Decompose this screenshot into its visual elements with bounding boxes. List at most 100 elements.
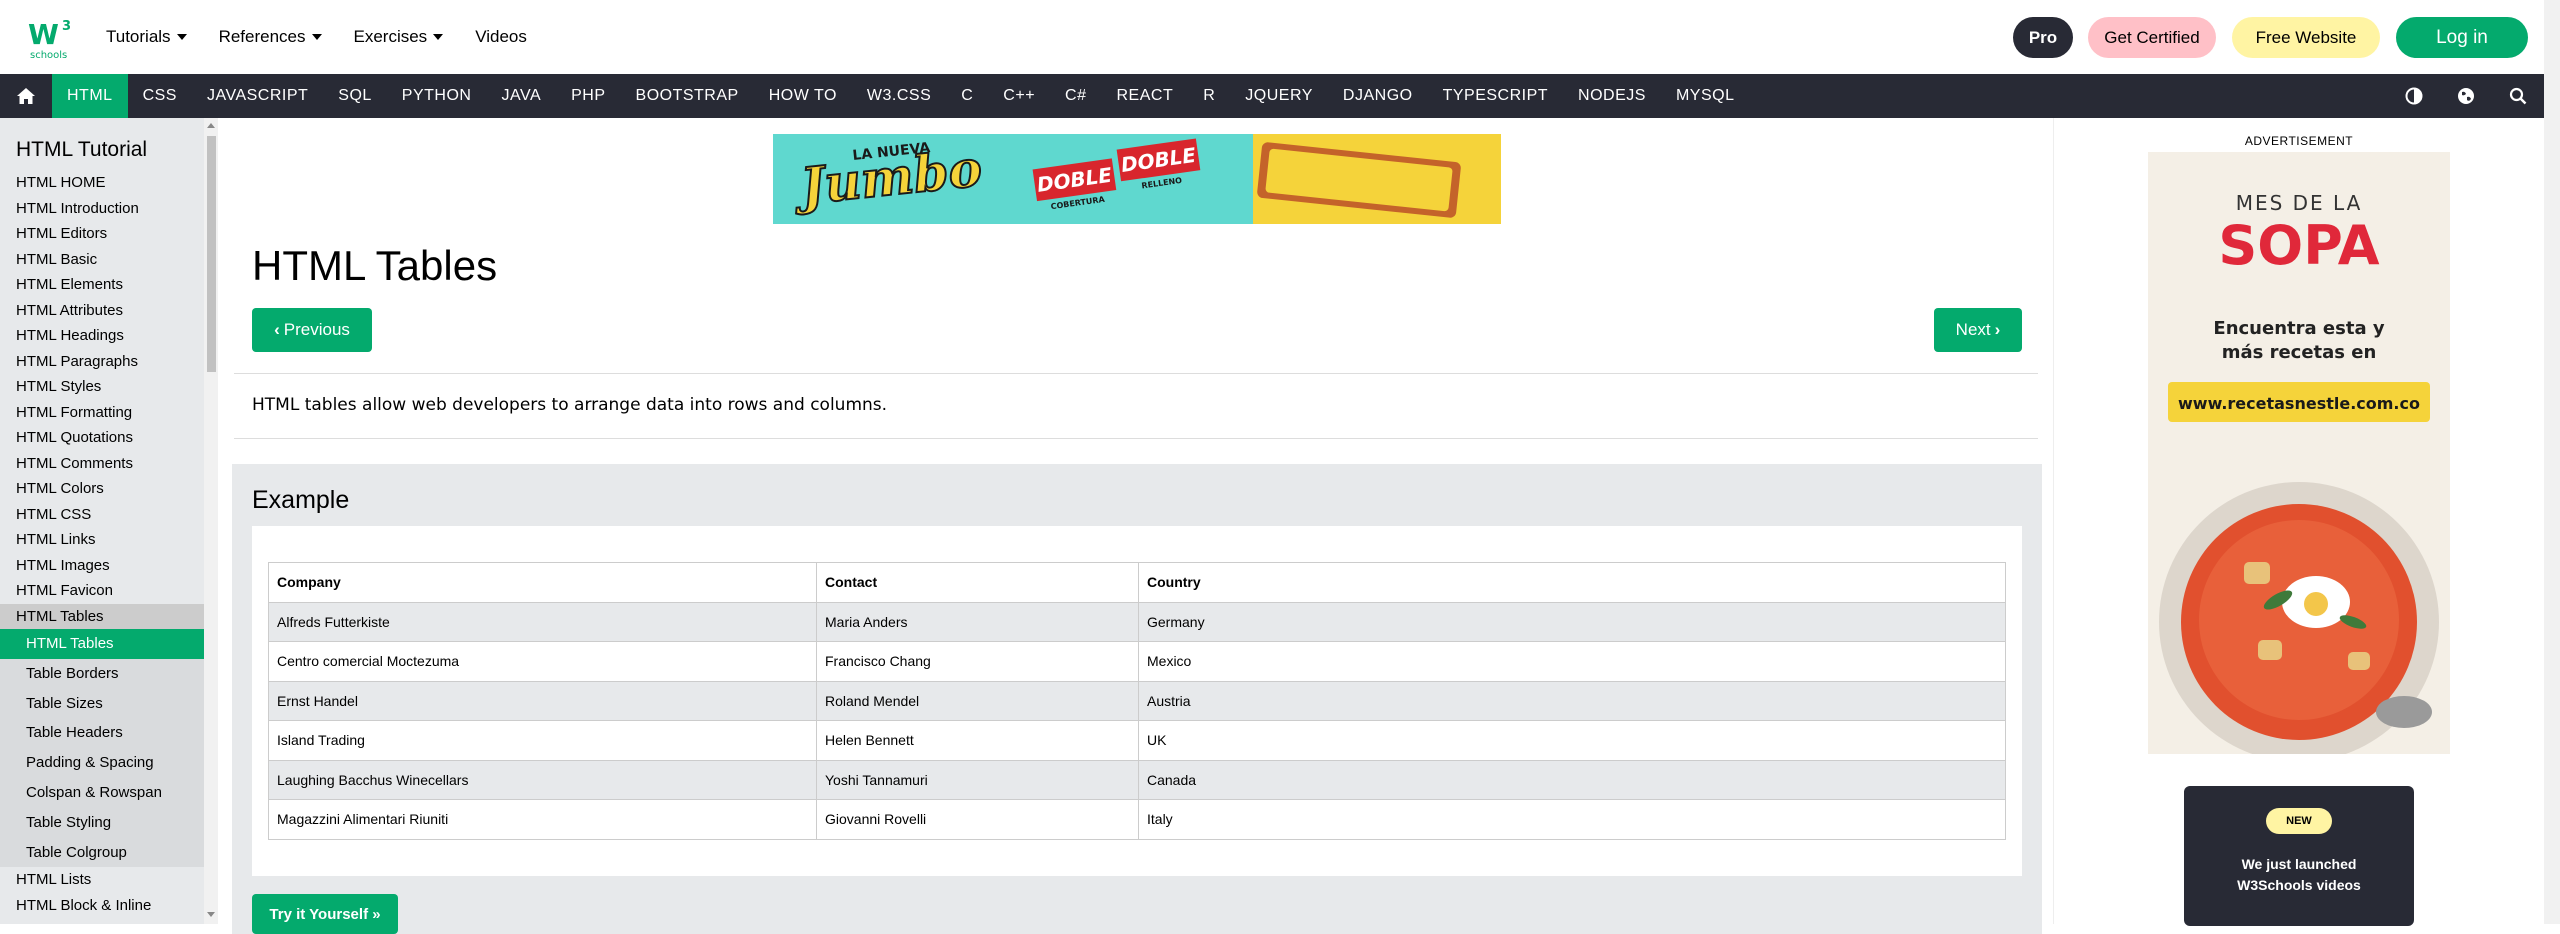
table-header: Company	[268, 562, 817, 603]
sidebar-item[interactable]: HTML Colors	[0, 476, 204, 502]
side-advertisement[interactable]: MES DE LA SOPA Encuentra esta y más rece…	[2148, 152, 2450, 754]
subnav-django[interactable]: DJANGO	[1328, 74, 1428, 118]
table-header: Country	[1138, 562, 2006, 603]
subnav-jquery[interactable]: JQUERY	[1230, 74, 1328, 118]
sidebar-item-html-tables[interactable]: HTML Tables	[0, 603, 204, 629]
exercises-menu[interactable]: Exercises	[338, 0, 460, 74]
sidebar: HTML Tutorial HTML HOME HTML Introductio…	[0, 118, 218, 924]
home-icon[interactable]	[0, 74, 52, 118]
search-icon[interactable]	[2492, 74, 2544, 118]
table-cell: Magazzini Alimentari Riuniti	[268, 799, 817, 840]
subnav-typescript[interactable]: TYPESCRIPT	[1428, 74, 1563, 118]
subnav-javascript[interactable]: JAVASCRIPT	[192, 74, 323, 118]
main-content: LA NUEVA Jumbo DOBLE COBERTURA DOBLE REL…	[218, 118, 2054, 934]
table-cell: Laughing Bacchus Winecellars	[268, 759, 817, 800]
sidebar-scroll-thumb[interactable]	[207, 136, 216, 372]
subnav-python[interactable]: PYTHON	[387, 74, 487, 118]
subnav-java[interactable]: JAVA	[486, 74, 556, 118]
sidebar-subitem[interactable]: Table Styling	[0, 807, 204, 838]
subnav-bootstrap[interactable]: BOOTSTRAP	[621, 74, 754, 118]
subnav-css[interactable]: CSS	[128, 74, 192, 118]
sidebar-item[interactable]: HTML Paragraphs	[0, 349, 204, 375]
subnav-cpp[interactable]: C++	[988, 74, 1050, 118]
table-cell: Giovanni Rovelli	[816, 799, 1139, 840]
sidebar-subitem[interactable]: Table Sizes	[0, 688, 204, 719]
contrast-icon[interactable]	[2388, 74, 2440, 118]
top-nav: Tutorials References Exercises Videos	[104, 0, 543, 74]
chevron-left-icon: ‹	[274, 320, 280, 339]
w3schools-logo[interactable]: W 3 schools	[26, 14, 76, 62]
sidebar-scrollbar[interactable]	[204, 118, 218, 924]
sidebar-item[interactable]: HTML Quotations	[0, 425, 204, 451]
sidebar-subitem[interactable]: Padding & Spacing	[0, 748, 204, 778]
sidebar-item[interactable]: HTML Styles	[0, 374, 204, 400]
top-advertisement[interactable]: LA NUEVA Jumbo DOBLE COBERTURA DOBLE REL…	[773, 134, 1501, 224]
sidebar-item[interactable]: HTML CSS	[0, 502, 204, 528]
sidebar-item[interactable]: HTML Links	[0, 527, 204, 553]
previous-label: Previous	[283, 320, 350, 339]
subnav-html[interactable]: HTML	[52, 74, 128, 118]
sidebar-subitem[interactable]: Colspan & Rowspan	[0, 777, 204, 808]
globe-icon[interactable]	[2440, 74, 2492, 118]
sidebar-subitem-active[interactable]: HTML Tables	[0, 629, 204, 659]
videos-link[interactable]: Videos	[459, 0, 543, 74]
subnav-react[interactable]: REACT	[1102, 74, 1189, 118]
advertisement-label: ADVERTISEMENT	[2244, 134, 2354, 148]
ad-side-line1: MES DE LA	[2236, 191, 2363, 215]
previous-button[interactable]: ‹ Previous	[252, 308, 372, 352]
subnav-csharp[interactable]: C#	[1050, 74, 1101, 118]
subnav-w3css[interactable]: W3.CSS	[852, 74, 946, 118]
sidebar-item[interactable]: HTML Headings	[0, 323, 204, 349]
table-cell: Mexico	[1138, 641, 2006, 682]
ad-side-line4: más recetas en	[2222, 342, 2377, 363]
sidebar-subitem[interactable]: Table Headers	[0, 718, 204, 749]
subnav-mysql[interactable]: MYSQL	[1661, 74, 1750, 118]
sidebar-item[interactable]: HTML Formatting	[0, 400, 204, 426]
references-menu[interactable]: References	[203, 0, 338, 74]
free-website-button[interactable]: Free Website	[2232, 17, 2380, 58]
svg-text:W: W	[28, 18, 59, 51]
pro-button[interactable]: Pro	[2013, 17, 2073, 58]
sidebar-item[interactable]: HTML HOME	[0, 170, 204, 196]
videos-label: Videos	[475, 27, 527, 46]
sidebar-item[interactable]: HTML Comments	[0, 451, 204, 477]
sidebar-title: HTML Tutorial	[16, 138, 148, 161]
sidebar-item[interactable]: HTML Images	[0, 553, 204, 579]
sidebar-item[interactable]: HTML Attributes	[0, 298, 204, 324]
subnav-c[interactable]: C	[946, 74, 988, 118]
subnav-howto[interactable]: HOW TO	[754, 74, 852, 118]
sidebar-item[interactable]: HTML Lists	[0, 867, 204, 893]
scroll-up-icon[interactable]	[207, 123, 215, 128]
next-button[interactable]: Next ›	[1934, 308, 2022, 352]
sidebar-item[interactable]: HTML Editors	[0, 221, 204, 247]
table-cell: Maria Anders	[816, 601, 1139, 642]
subnav-sql[interactable]: SQL	[323, 74, 387, 118]
get-certified-button[interactable]: Get Certified	[2088, 17, 2216, 58]
sidebar-item[interactable]: HTML Introduction	[0, 196, 204, 222]
sidebar-subitem[interactable]: Table Borders	[0, 658, 204, 689]
table-cell: UK	[1138, 720, 2006, 761]
table-row: Alfreds Futterkiste Maria Anders Germany	[268, 601, 2006, 642]
videos-promo[interactable]: NEW We just launched W3Schools videos	[2184, 786, 2414, 926]
sidebar-item[interactable]: HTML Basic	[0, 247, 204, 273]
subnav-r[interactable]: R	[1188, 74, 1230, 118]
subnav-nodejs[interactable]: NODEJS	[1563, 74, 1661, 118]
example-box: Company Contact Country Alfreds Futterki…	[252, 526, 2022, 876]
table-cell: Germany	[1138, 601, 2006, 642]
try-it-yourself-button[interactable]: Try it Yourself »	[252, 894, 398, 934]
login-button[interactable]: Log in	[2396, 17, 2528, 58]
page-scrollbar[interactable]	[2544, 0, 2560, 924]
sidebar-item[interactable]: HTML Block & Inline	[0, 893, 204, 919]
divider	[234, 438, 2038, 439]
sidebar-item[interactable]: HTML Favicon	[0, 578, 204, 604]
intro-text: HTML tables allow web developers to arra…	[252, 395, 888, 415]
table-cell: Ernst Handel	[268, 680, 817, 721]
tutorials-menu[interactable]: Tutorials	[104, 0, 203, 74]
subnav-php[interactable]: PHP	[556, 74, 620, 118]
sidebar-subitem[interactable]: Table Colgroup	[0, 837, 204, 868]
ad-side-line2: SOPA	[2218, 214, 2379, 277]
scroll-down-icon[interactable]	[207, 912, 215, 917]
sidebar-item[interactable]: HTML Elements	[0, 272, 204, 298]
table-cell: Yoshi Tannamuri	[816, 759, 1139, 800]
table-cell: Alfreds Futterkiste	[268, 601, 817, 642]
